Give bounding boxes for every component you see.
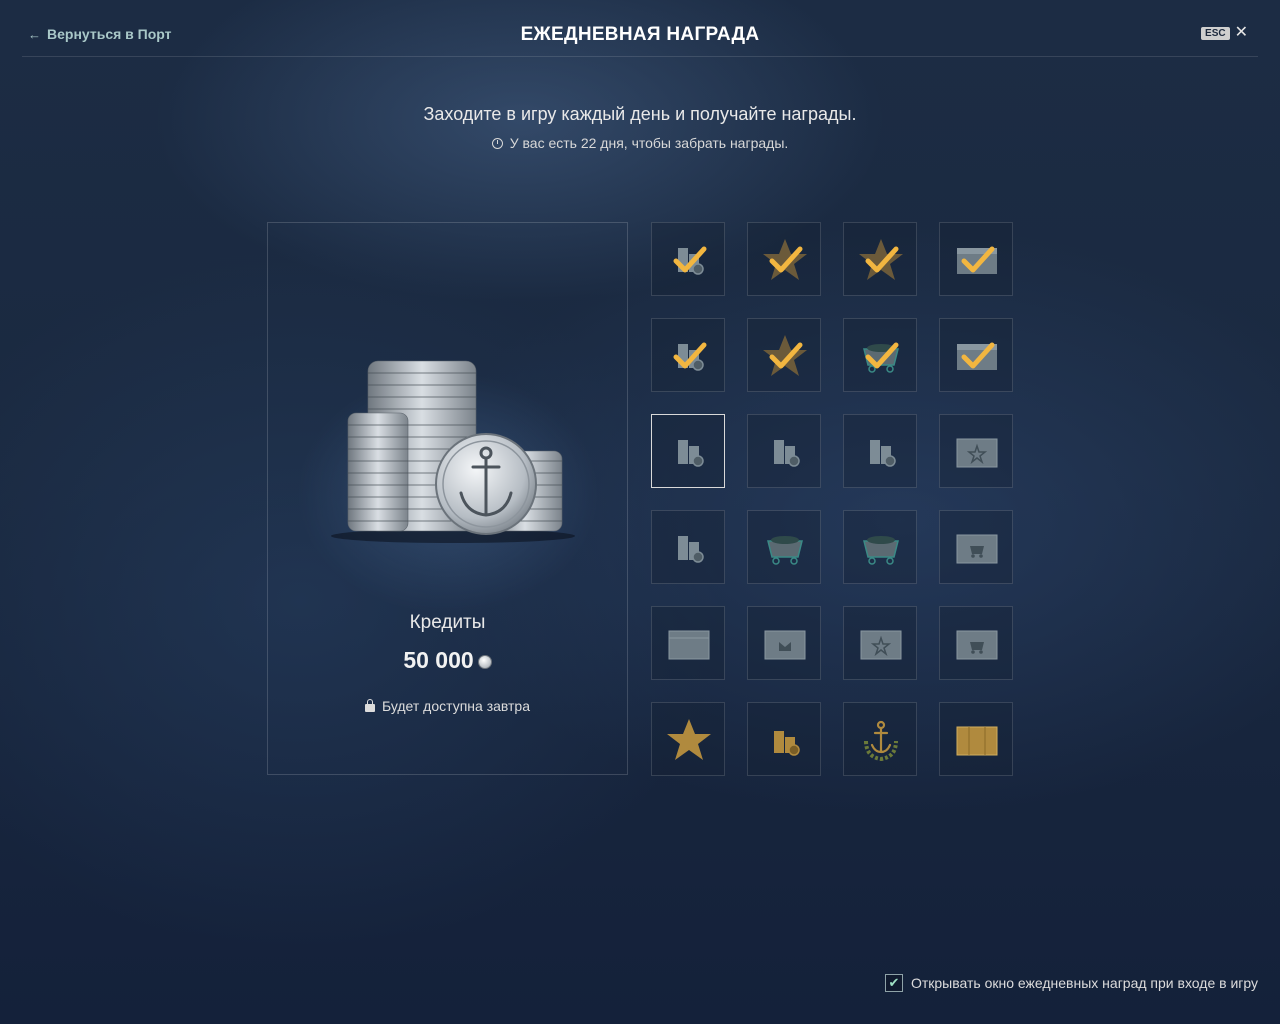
star-icon: [763, 335, 807, 376]
credits-icon: [673, 342, 707, 371]
clock-icon: [491, 137, 503, 149]
reward-cell-day-4[interactable]: [939, 222, 1013, 296]
reward-cell-day-14[interactable]: [747, 510, 821, 584]
reward-cell-day-6[interactable]: [747, 318, 821, 392]
intro-text: Заходите в игру каждый день и получайте …: [423, 104, 857, 124]
container-icon: [957, 342, 997, 370]
reward-cell-day-20[interactable]: [939, 606, 1013, 680]
reward-amount-row: 50 000: [268, 647, 627, 674]
reward-cell-day-15[interactable]: [843, 510, 917, 584]
selected-reward-panel: Кредиты 50 000 Будет доступна завтра: [267, 222, 628, 775]
container-plain-icon: [668, 630, 710, 660]
close-icon: ✕: [1234, 24, 1248, 41]
container-icon: [957, 246, 997, 274]
open-on-login-label: Открывать окно ежедневных наград при вхо…: [910, 975, 1258, 991]
reward-cell-day-16[interactable]: [939, 510, 1013, 584]
close-button[interactable]: ESC ✕: [1201, 24, 1248, 41]
reward-cell-day-13[interactable]: [651, 510, 725, 584]
checkmark-icon: ✔: [888, 975, 900, 990]
timer-text: У вас есть 22 дня, чтобы забрать награды…: [509, 135, 789, 151]
reward-cell-day-8[interactable]: [939, 318, 1013, 392]
coal-cart-icon: [863, 536, 899, 565]
credits-icon: [673, 246, 707, 275]
reward-name: Кредиты: [409, 612, 486, 633]
doubloons-icon: [774, 731, 800, 756]
reward-cell-day-9[interactable]: [651, 414, 725, 488]
esc-key-badge: ESC: [1201, 26, 1230, 40]
container-cart-icon: [956, 630, 998, 660]
reward-cell-day-11[interactable]: [843, 414, 917, 488]
open-on-login-option[interactable]: ✔ Открывать окно ежедневных наград при в…: [884, 974, 1258, 992]
reward-cell-day-10[interactable]: [747, 414, 821, 488]
reward-cell-day-2[interactable]: [747, 222, 821, 296]
timer-row: У вас есть 22 дня, чтобы забрать награды…: [0, 135, 1280, 151]
gold-star-icon: [667, 719, 711, 760]
open-on-login-checkbox[interactable]: ✔: [884, 974, 903, 992]
coal-cart-icon: [863, 342, 899, 373]
reward-cell-day-19[interactable]: [843, 606, 917, 680]
availability-text: Будет доступна завтра: [381, 698, 531, 714]
reward-cell-day-17[interactable]: [651, 606, 725, 680]
page-title: ЕЖЕДНЕВНАЯ НАГРАДА: [520, 24, 760, 45]
gold-container-icon: [956, 726, 998, 756]
credits-icon: [774, 440, 800, 467]
reward-cell-day-24[interactable]: [939, 702, 1013, 776]
reward-cell-day-12[interactable]: [939, 414, 1013, 488]
credits-stack-icon: [331, 360, 575, 543]
star-icon: [859, 239, 903, 280]
coal-cart-icon: [767, 536, 803, 565]
credits-icon: [477, 654, 492, 669]
reward-cell-day-18[interactable]: [747, 606, 821, 680]
credits-icon: [870, 440, 896, 467]
reward-cell-day-7[interactable]: [843, 318, 917, 392]
reward-cell-day-1[interactable]: [651, 222, 725, 296]
reward-cell-day-23[interactable]: [843, 702, 917, 776]
top-bar: ← Вернуться в Порт ЕЖЕДНЕВНАЯ НАГРАДА ES…: [22, 0, 1258, 57]
lock-icon: [364, 699, 375, 712]
star-icon: [763, 239, 807, 280]
reward-cell-day-22[interactable]: [747, 702, 821, 776]
reward-cell-day-5[interactable]: [651, 318, 725, 392]
anchor-wreath-icon: [864, 720, 898, 762]
credits-icon: [678, 440, 704, 467]
container-star-icon: [956, 438, 998, 468]
container-box-icon: [764, 630, 806, 660]
reward-cell-day-3[interactable]: [843, 222, 917, 296]
reward-amount: 50 000: [403, 647, 474, 673]
reward-cell-day-21[interactable]: [651, 702, 725, 776]
container-cart-icon: [956, 534, 998, 564]
availability-row: Будет доступна завтра: [268, 698, 627, 714]
container-star-icon: [860, 630, 902, 660]
credits-icon: [678, 536, 704, 563]
